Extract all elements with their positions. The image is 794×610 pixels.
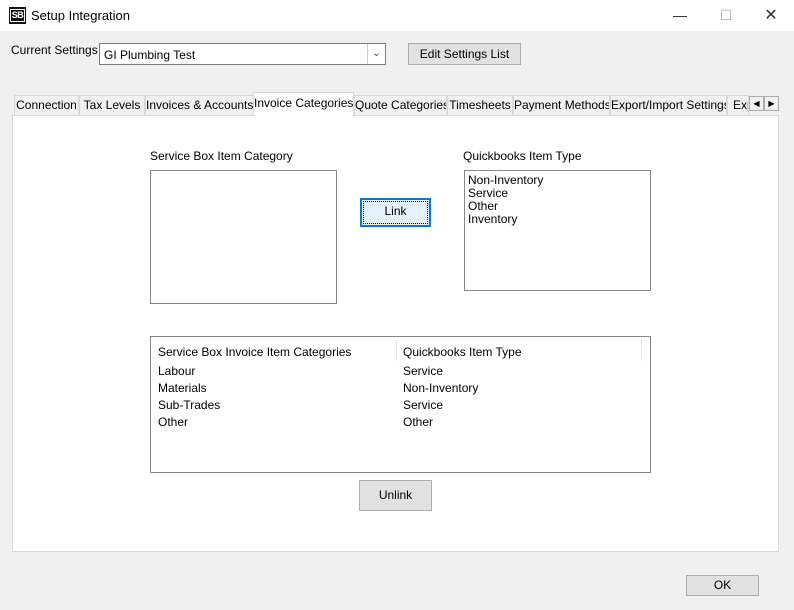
- tab-invoices-accounts[interactable]: Invoices & Accounts: [145, 95, 254, 115]
- maximize-button[interactable]: ☐: [703, 0, 749, 31]
- column-header-sb-categories[interactable]: Service Box Invoice Item Categories: [158, 344, 351, 362]
- tab-scroll-left-button[interactable]: ◀: [749, 96, 764, 111]
- tab-exp[interactable]: Exp: [727, 95, 749, 115]
- minimize-button[interactable]: —: [657, 0, 703, 31]
- linked-categories-list[interactable]: Service Box Invoice Item Categories Quic…: [150, 336, 651, 473]
- chevron-down-icon[interactable]: ⌄: [367, 44, 385, 64]
- table-row-type[interactable]: Service: [403, 365, 443, 378]
- list-item[interactable]: Inventory: [468, 213, 517, 226]
- table-row-type[interactable]: Service: [403, 399, 443, 412]
- unlink-button[interactable]: Unlink: [359, 480, 432, 511]
- tab-tax-levels[interactable]: Tax Levels: [79, 95, 145, 115]
- qb-item-type-label: Quickbooks Item Type: [463, 149, 582, 163]
- app-logo-icon: SB: [9, 7, 26, 24]
- sb-item-category-label: Service Box Item Category: [150, 149, 293, 163]
- window-title: Setup Integration: [31, 8, 131, 23]
- current-settings-dropdown[interactable]: GI Plumbing Test ⌄: [99, 43, 386, 65]
- minimize-icon: —: [673, 7, 687, 23]
- table-row-category[interactable]: Other: [158, 416, 188, 429]
- ok-button[interactable]: OK: [686, 575, 759, 596]
- tab-timesheets[interactable]: Timesheets: [447, 95, 513, 115]
- tab-export-import-settings[interactable]: Export/Import Settings: [610, 95, 727, 115]
- close-button[interactable]: ✕: [748, 0, 794, 31]
- app-logo-text: SB: [9, 9, 26, 22]
- table-row-type[interactable]: Non-Inventory: [403, 382, 478, 395]
- sb-item-category-list[interactable]: [150, 170, 337, 304]
- triangle-left-icon: ◀: [753, 99, 760, 108]
- edit-settings-list-button[interactable]: Edit Settings List: [408, 43, 521, 65]
- tab-invoice-categories[interactable]: Invoice Categories: [253, 92, 354, 116]
- table-row-category[interactable]: Materials: [158, 382, 207, 395]
- table-row-category[interactable]: Labour: [158, 365, 195, 378]
- tab-connection[interactable]: Connection: [14, 95, 79, 115]
- column-divider[interactable]: [641, 339, 642, 361]
- close-icon: ✕: [764, 7, 778, 24]
- column-header-qb-item-type[interactable]: Quickbooks Item Type: [403, 344, 522, 362]
- link-button[interactable]: Link: [360, 198, 431, 227]
- tab-scroll-right-button[interactable]: ▶: [764, 96, 779, 111]
- triangle-right-icon: ▶: [768, 99, 775, 108]
- qb-item-type-list[interactable]: Non-Inventory Service Other Inventory: [464, 170, 651, 291]
- column-divider[interactable]: [396, 339, 397, 361]
- current-settings-value: GI Plumbing Test: [104, 48, 196, 62]
- tab-quote-categories[interactable]: Quote Categories: [354, 95, 447, 115]
- tab-payment-methods[interactable]: Payment Methods: [513, 95, 610, 115]
- table-row-category[interactable]: Sub-Trades: [158, 399, 220, 412]
- table-row-type[interactable]: Other: [403, 416, 433, 429]
- current-settings-label: Current Settings: [11, 43, 98, 57]
- maximize-icon: ☐: [719, 7, 733, 23]
